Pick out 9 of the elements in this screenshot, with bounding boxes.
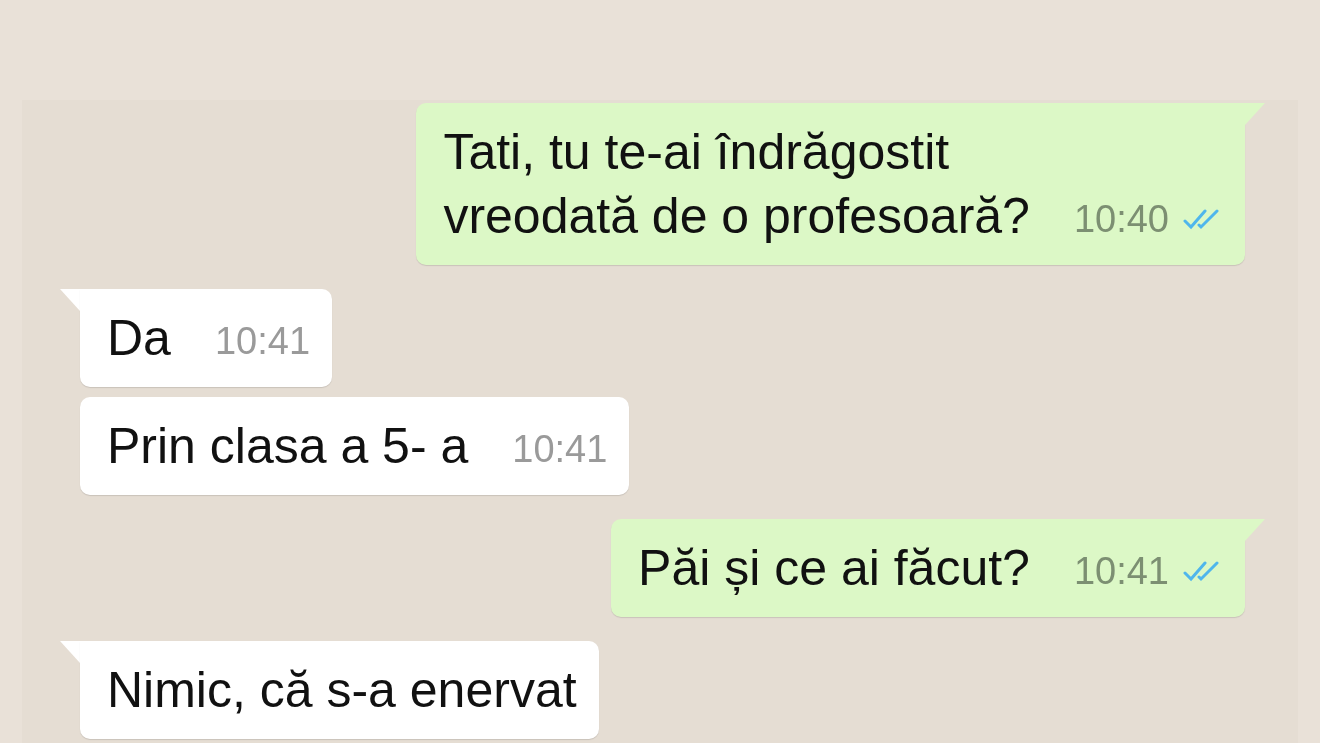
message-time: 10:41 — [214, 319, 310, 364]
message-text: Tati, tu te-ai îndrăgostit vreodată de o profesoară? — [443, 123, 1030, 246]
message-text: Da — [107, 309, 171, 368]
message-text: Păi și ce ai făcut? — [638, 539, 1030, 598]
message-text: Prin clasa a 5- a — [107, 417, 469, 476]
message-time: 10:40 — [1073, 197, 1169, 242]
message-time: 10:41 — [1073, 549, 1169, 594]
message-text: Nimic, că s-a enervat — [107, 661, 577, 720]
message-time: 10:41 — [512, 427, 608, 472]
